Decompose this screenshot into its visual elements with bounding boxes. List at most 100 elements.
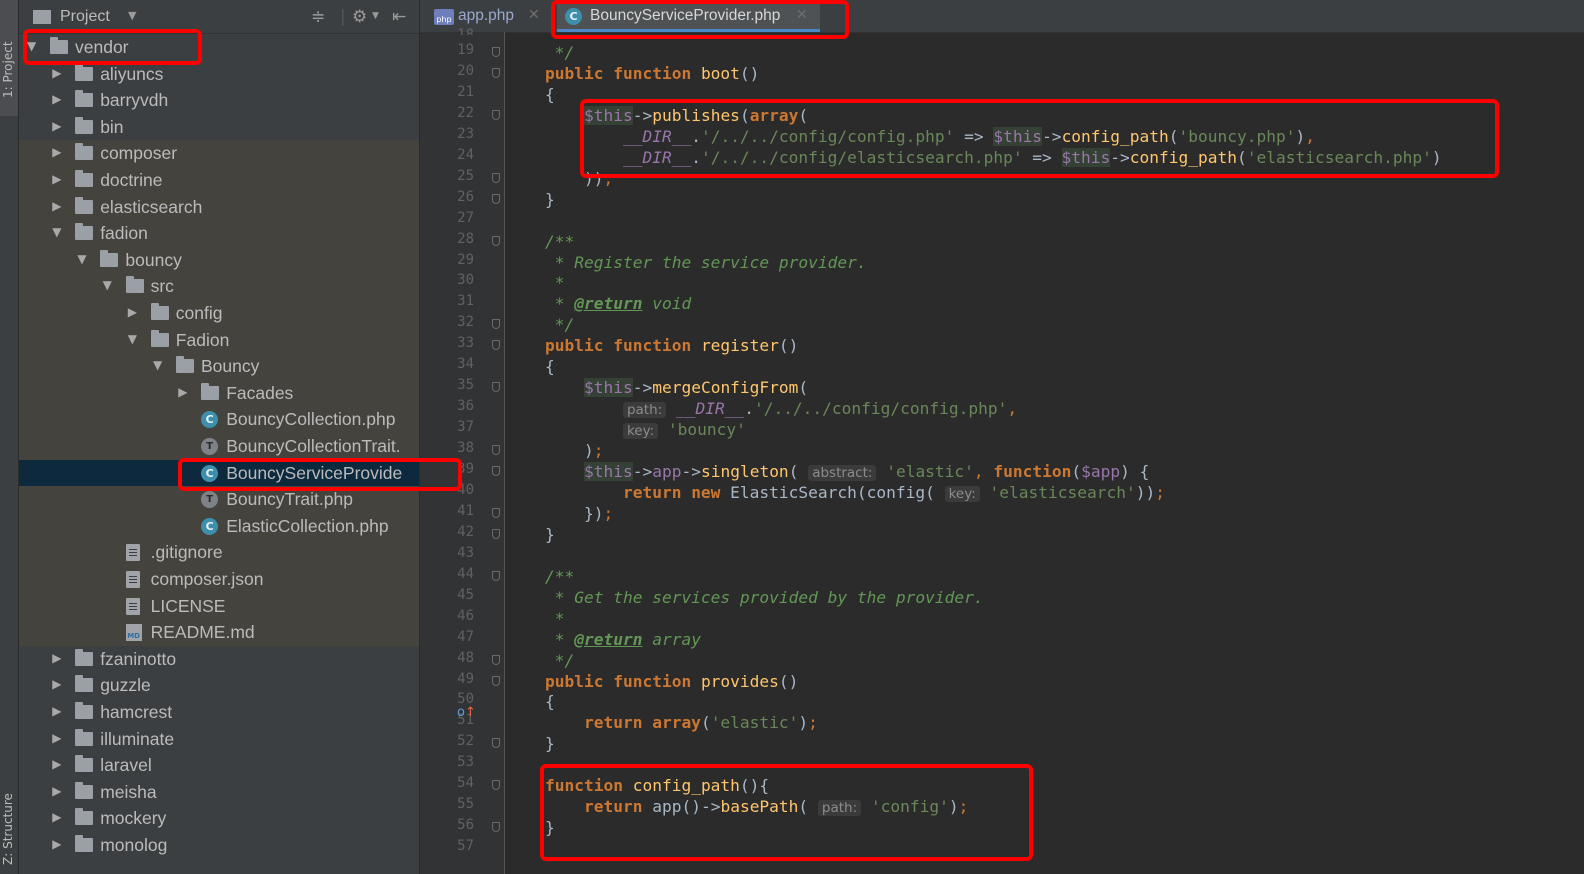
code-line[interactable]: {	[545, 356, 555, 377]
close-icon[interactable]: ✕	[528, 7, 540, 23]
chevron-down-icon[interactable]: ▼	[52, 225, 61, 239]
fold-marker-icon[interactable]	[492, 780, 500, 791]
tree-item[interactable]: ▼ src	[19, 273, 419, 300]
code-line[interactable]: public function register()	[545, 335, 798, 356]
chevron-down-icon[interactable]: ▼	[128, 332, 137, 346]
tree-item[interactable]: LICENSE	[19, 592, 419, 620]
chevron-right-icon[interactable]: ▶	[52, 837, 61, 851]
code-line[interactable]: }	[545, 733, 555, 754]
fold-marker-icon[interactable]	[492, 67, 500, 78]
fold-marker-icon[interactable]	[492, 109, 500, 120]
chevron-right-icon[interactable]: ▶	[52, 810, 61, 824]
tree-item[interactable]: ▶ barryvdh	[19, 87, 419, 114]
fold-marker-icon[interactable]	[492, 528, 500, 539]
code-line[interactable]: /**	[545, 566, 574, 587]
tree-item[interactable]: MD README.md	[19, 619, 419, 646]
code-line[interactable]: }	[545, 524, 555, 545]
chevron-right-icon[interactable]: ▶	[52, 677, 61, 691]
chevron-right-icon[interactable]: ▶	[52, 92, 61, 106]
tree-item[interactable]: ▶ monolog	[19, 832, 419, 859]
code-line[interactable]: $this->app->singleton( abstract: 'elasti…	[545, 461, 1149, 482]
tree-item[interactable]: ▶ mockery	[19, 805, 419, 832]
gear-icon[interactable]: ⚙	[352, 7, 367, 27]
chevron-right-icon[interactable]: ▶	[52, 199, 61, 213]
chevron-right-icon[interactable]: ▶	[52, 651, 61, 665]
chevron-right-icon[interactable]: ▶	[52, 757, 61, 771]
chevron-down-icon[interactable]: ▼	[128, 9, 136, 22]
chevron-right-icon[interactable]: ▶	[52, 145, 61, 159]
chevron-down-icon[interactable]: ▼	[153, 358, 162, 372]
code-line[interactable]: });	[545, 503, 613, 524]
project-tool-tab[interactable]: 1: Project	[0, 0, 18, 116]
fold-marker-icon[interactable]	[492, 507, 500, 518]
tree-item[interactable]: ▶ composer	[19, 140, 419, 167]
fold-marker-icon[interactable]	[492, 382, 500, 393]
code-line[interactable]: );	[545, 440, 604, 461]
fold-marker-icon[interactable]	[492, 340, 500, 351]
chevron-right-icon[interactable]: ▶	[52, 704, 61, 718]
code-line[interactable]: {	[545, 84, 555, 105]
code-line[interactable]: path: __DIR__.'/../../config/config.php'…	[545, 398, 1017, 419]
code-line[interactable]: __DIR__.'/../../config/elasticsearch.php…	[545, 147, 1442, 168]
close-icon[interactable]: ✕	[796, 7, 808, 23]
code-line[interactable]: * @return void	[545, 293, 691, 314]
code-line[interactable]: __DIR__.'/../../config/config.php' => $t…	[545, 126, 1315, 147]
tree-item[interactable]: ▶ config	[19, 300, 419, 327]
tab-bouncy-service-provider[interactable]: C BouncyServiceProvider.php ✕	[557, 0, 820, 32]
fold-marker-icon[interactable]	[492, 47, 500, 57]
code-line[interactable]: /**	[545, 231, 574, 252]
fold-marker-icon[interactable]	[492, 738, 500, 749]
chevron-down-icon[interactable]: ▼	[103, 278, 112, 292]
code-line[interactable]: {	[545, 691, 555, 712]
code-line[interactable]: key: 'bouncy'	[545, 419, 746, 440]
code-line[interactable]: }	[545, 817, 555, 838]
tree-item[interactable]: C BouncyCollection.php	[19, 406, 419, 433]
implements-method-icon[interactable]: o↑	[457, 705, 476, 720]
tree-item[interactable]: ▼ vendor	[19, 34, 419, 61]
tree-item[interactable]: ▶ doctrine	[19, 167, 419, 194]
chevron-right-icon[interactable]: ▶	[52, 731, 61, 745]
code-line[interactable]: *	[545, 608, 565, 629]
code-line[interactable]: ));	[545, 168, 613, 189]
chevron-down-icon[interactable]: ▼	[372, 11, 379, 21]
tree-item[interactable]: ▶ aliyuncs	[19, 61, 419, 88]
chevron-right-icon[interactable]: ▶	[52, 119, 61, 133]
chevron-down-icon[interactable]: ▼	[77, 252, 86, 266]
fold-marker-icon[interactable]	[492, 654, 500, 665]
code-line[interactable]: * Register the service provider.	[545, 252, 867, 273]
chevron-right-icon[interactable]: ▶	[178, 385, 187, 399]
collapse-all-icon[interactable]: ≑	[311, 7, 325, 27]
tree-item[interactable]: ▼ Bouncy	[19, 353, 419, 380]
fold-marker-icon[interactable]	[492, 675, 500, 686]
fold-marker-icon[interactable]	[492, 570, 500, 581]
tree-item[interactable]: ▼ bouncy	[19, 246, 419, 274]
code-line[interactable]: return array('elastic');	[545, 712, 818, 733]
fold-marker-icon[interactable]	[492, 445, 500, 456]
chevron-right-icon[interactable]: ▶	[52, 66, 61, 80]
code-line[interactable]: public function provides()	[545, 671, 798, 692]
tree-item[interactable]: ▶ laravel	[19, 752, 419, 779]
code-line[interactable]: */	[545, 650, 575, 671]
fold-marker-icon[interactable]	[492, 822, 500, 833]
fold-marker-icon[interactable]	[492, 319, 500, 330]
chevron-right-icon[interactable]: ▶	[128, 305, 137, 319]
tree-item[interactable]: T BouncyTrait.php	[19, 486, 419, 513]
tree-item[interactable]: ▶ fzaninotto	[19, 646, 419, 673]
code-line[interactable]: */	[545, 42, 575, 63]
code-line[interactable]: * @return array	[545, 629, 701, 650]
chevron-right-icon[interactable]: ▶	[52, 784, 61, 798]
tree-item[interactable]: .gitignore	[19, 539, 419, 566]
fold-marker-icon[interactable]	[492, 235, 500, 246]
code-line[interactable]: public function boot()	[545, 63, 759, 84]
tree-item[interactable]: C ElasticCollection.php	[19, 512, 419, 540]
tree-item[interactable]: ▶ meisha	[19, 779, 419, 806]
tree-item[interactable]: ▶ elasticsearch	[19, 193, 419, 221]
tree-item[interactable]: T BouncyCollectionTrait.	[19, 433, 419, 460]
project-view-selector[interactable]: Project	[60, 8, 110, 26]
tree-item[interactable]: composer.json	[19, 566, 419, 593]
tree-item[interactable]: ▶ hamcrest	[19, 699, 419, 726]
code-line[interactable]: */	[545, 314, 575, 335]
code-line[interactable]: return new ElasticSearch(config( key: 'e…	[545, 482, 1165, 503]
tree-item[interactable]: C BouncyServiceProvide	[19, 459, 419, 487]
fold-marker-icon[interactable]	[492, 466, 500, 476]
